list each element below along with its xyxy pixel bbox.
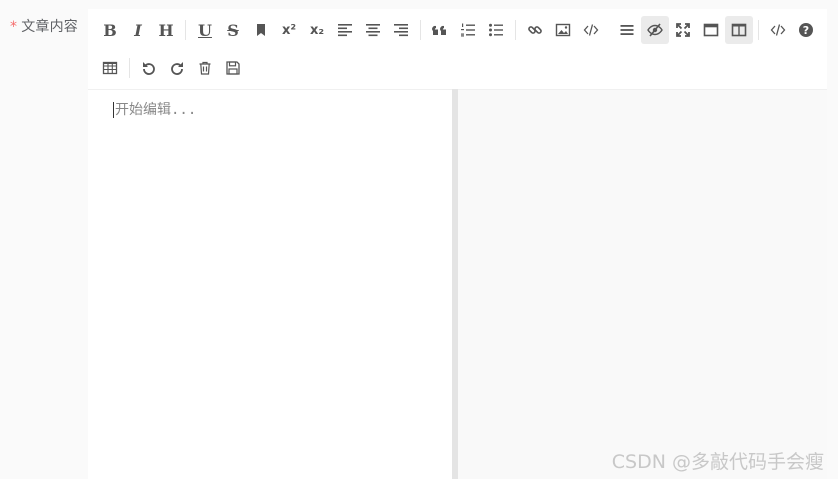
preview-button[interactable] (641, 16, 669, 44)
undo-icon (141, 60, 157, 76)
italic-icon: I (134, 20, 142, 40)
ordered-list-icon (460, 22, 476, 38)
subfield-button[interactable] (725, 16, 753, 44)
read-mode-button[interactable] (697, 16, 725, 44)
align-center-button[interactable] (359, 16, 387, 44)
watermark: CSDN @多敲代码手会瘦 (611, 451, 824, 473)
menu-icon (619, 22, 635, 38)
help-button[interactable]: ? (792, 16, 820, 44)
table-icon (102, 60, 118, 76)
italic-button[interactable]: I (124, 16, 152, 44)
code-icon (583, 22, 599, 38)
undo-button[interactable] (135, 54, 163, 82)
code-button[interactable] (577, 16, 605, 44)
html-code-button[interactable] (764, 16, 792, 44)
toolbar-separator (185, 20, 186, 40)
toolbar-separator (515, 20, 516, 40)
superscript-icon: x² (281, 22, 297, 38)
superscript-button[interactable]: x² (275, 16, 303, 44)
image-icon (555, 22, 571, 38)
columns-icon (731, 22, 747, 38)
required-mark: * (10, 19, 18, 35)
bookmark-icon (253, 22, 269, 38)
align-left-icon (337, 22, 353, 38)
quote-icon (432, 22, 448, 38)
header-icon: H (158, 20, 174, 40)
save-button[interactable] (219, 54, 247, 82)
toolbar-row-2 (96, 54, 247, 82)
svg-text:?: ? (803, 24, 809, 37)
code-icon (770, 22, 786, 38)
toolbar-separator (420, 20, 421, 40)
strikethrough-icon: S (227, 20, 239, 40)
quote-button[interactable] (426, 16, 454, 44)
redo-button[interactable] (163, 54, 191, 82)
align-right-icon (393, 22, 409, 38)
ordered-list-button[interactable] (454, 16, 482, 44)
underline-button[interactable]: U (191, 16, 219, 44)
unordered-list-icon (488, 22, 504, 38)
align-center-icon (365, 22, 381, 38)
strikethrough-button[interactable]: S (219, 16, 247, 44)
unordered-list-button[interactable] (482, 16, 510, 44)
trash-button[interactable] (191, 54, 219, 82)
link-button[interactable] (521, 16, 549, 44)
mark-button[interactable] (247, 16, 275, 44)
link-icon (527, 22, 543, 38)
image-button[interactable] (549, 16, 577, 44)
bold-button[interactable]: B (96, 16, 124, 44)
redo-icon (169, 60, 185, 76)
form-label-text: 文章内容 (21, 19, 79, 35)
preview-pane (458, 89, 827, 479)
save-icon (225, 60, 241, 76)
toolbar-row-1: B I H U Sx² x₂? (96, 16, 820, 44)
navigation-button[interactable] (613, 16, 641, 44)
edit-pane[interactable]: 开始编辑... (88, 89, 452, 479)
help-icon: ? (798, 22, 814, 38)
trash-icon (197, 60, 213, 76)
expand-icon (675, 22, 691, 38)
subscript-icon: x₂ (309, 22, 325, 38)
table-button[interactable] (96, 54, 124, 82)
toolbar-separator (758, 20, 759, 40)
editor-placeholder[interactable]: 开始编辑... (113, 102, 196, 118)
subscript-button[interactable]: x₂ (303, 16, 331, 44)
markdown-editor: B I H U Sx² x₂? 开始编辑... (88, 9, 827, 479)
bold-icon: B (103, 20, 117, 40)
editor-toolbar: B I H U Sx² x₂? (88, 9, 827, 89)
window-icon (703, 22, 719, 38)
underline-icon: U (198, 20, 212, 40)
align-left-button[interactable] (331, 16, 359, 44)
toolbar-separator (129, 58, 130, 78)
fullscreen-button[interactable] (669, 16, 697, 44)
header-button[interactable]: H (152, 16, 180, 44)
eye-slash-icon (647, 22, 663, 38)
align-right-button[interactable] (387, 16, 415, 44)
form-label: * 文章内容 (10, 16, 78, 36)
